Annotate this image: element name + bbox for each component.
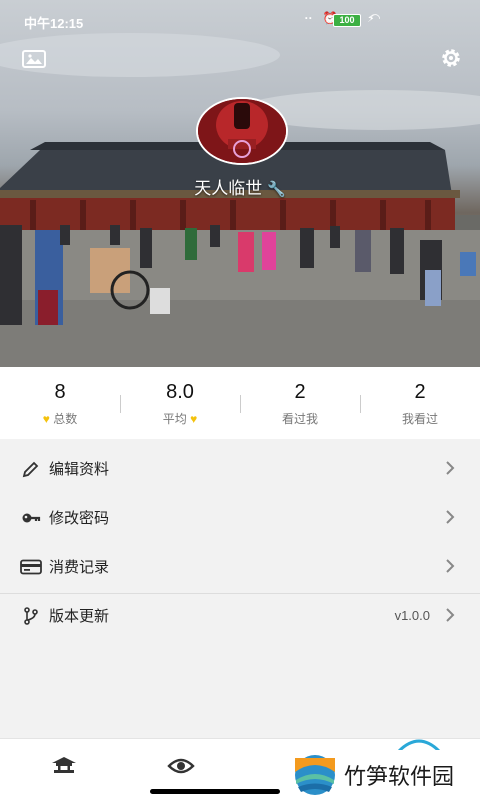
stat-average-value: 8.0 [166,381,194,403]
stat-average[interactable]: 8.0 平均 ♥ [120,379,240,427]
battery-icon: 100 [333,14,361,27]
heart-icon: ♥ [42,412,50,426]
profile-name-row: 天人临世 🔧 [0,174,480,199]
settings-menu: 编辑资料 修改密码 消费记录 版本更新 v1.0.0 [0,444,480,640]
stat-average-label: 平均 [162,412,187,426]
stat-viewed-me-label: 看过我 [281,412,318,426]
menu-version-update[interactable]: 版本更新 v1.0.0 [0,591,480,640]
heart-icon: ♥ [190,412,198,426]
username: 天人临世 [194,179,263,198]
menu-edit-profile-label: 编辑资料 [49,461,110,478]
watermark-text: 竹笋软件园 [344,765,455,790]
stat-total-label-row: ♥ 总数 [0,410,120,427]
stat-viewed-me[interactable]: 2 看过我 [240,379,360,427]
stat-i-viewed[interactable]: 2 我看过 [360,379,480,427]
wrench-icon[interactable]: 🔧 [267,181,286,198]
change-background-button[interactable] [20,45,48,73]
menu-change-password-label: 修改密码 [49,510,110,527]
pencil-icon [20,458,42,480]
stat-total-label: 总数 [53,412,78,426]
bamboo-logo-icon [295,755,335,795]
key-icon [20,507,42,529]
menu-change-password[interactable]: 修改密码 [0,493,480,542]
menu-purchase-history-label: 消费记录 [49,559,110,576]
charging-icon: ⚡ [367,13,375,25]
version-number: v1.0.0 [394,608,430,623]
stat-i-viewed-value: 2 [414,381,426,403]
stats-bar: 8 ♥ 总数 8.0 平均 ♥ 2 看过我 2 我看过 [0,367,480,439]
menu-purchase-history[interactable]: 消费记录 [0,542,480,591]
settings-button[interactable] [437,44,465,72]
chevron-right-icon [446,510,455,524]
notification-dots-icon: ·· [304,11,313,25]
chevron-right-icon [446,608,455,622]
chevron-right-icon [446,461,455,475]
status-bar: 中午12:15 ·· ⏰ ▮▮ ◠ 100 ⚡ [0,0,480,40]
eye-icon [167,758,195,774]
menu-version-update-label: 版本更新 [49,608,110,625]
gear-icon [442,49,460,67]
tab-home[interactable] [44,753,84,779]
branch-icon [20,605,42,627]
profile-header: 中午12:15 ·· ⏰ ▮▮ ◠ 100 ⚡ [0,0,480,367]
stat-total-value: 8 [54,381,66,403]
stat-total[interactable]: 8 ♥ 总数 [0,379,120,427]
home-indicator[interactable] [150,789,280,794]
stat-i-viewed-label: 我看过 [401,412,438,426]
tab-views[interactable] [161,753,201,779]
watermark: 竹笋软件园 [294,750,480,800]
menu-edit-profile[interactable]: 编辑资料 [0,444,480,493]
pavilion-icon [52,757,76,773]
image-icon [22,50,46,68]
avatar[interactable] [196,97,288,165]
card-icon [20,556,42,578]
stat-average-label-row: 平均 ♥ [120,410,240,427]
chevron-right-icon [446,559,455,573]
status-time: 中午12:15 [24,16,84,31]
stat-viewed-me-value: 2 [294,381,306,403]
menu-divider [0,593,480,594]
